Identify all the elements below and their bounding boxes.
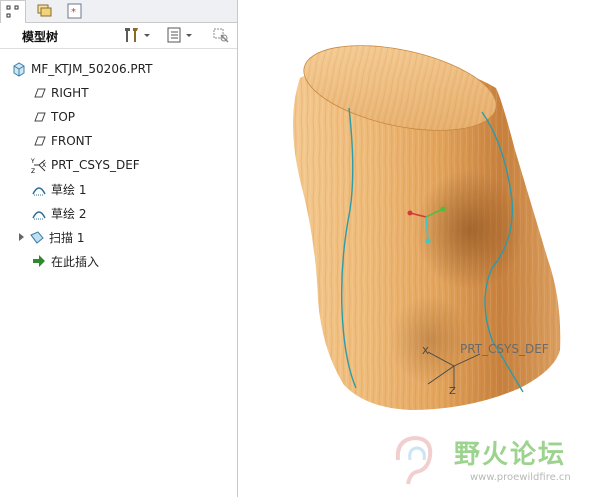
model-tree-tab[interactable] <box>0 0 26 23</box>
watermark-url: www.proewildfire.cn <box>470 472 571 483</box>
tree-item-label: 扫描 1 <box>49 230 85 245</box>
tree-item-right[interactable]: RIGHT <box>30 82 267 104</box>
layers-tab[interactable] <box>32 0 58 21</box>
datum-plane-icon <box>30 84 48 102</box>
watermark: 野火论坛 www.proewildfire.cn <box>388 432 598 492</box>
settings-tools-button[interactable] <box>122 26 152 44</box>
expand-arrow-icon[interactable] <box>14 228 28 246</box>
tree-item-insert-here[interactable]: 在此插入 <box>30 250 267 272</box>
filter-button[interactable] <box>212 26 230 44</box>
tree-item-front[interactable]: FRONT <box>30 130 267 152</box>
model-tree-toolbar: 模型树 <box>0 22 237 49</box>
model-view <box>293 45 561 410</box>
graphics-viewport[interactable]: PRT_CSYS_DEF X Z 野火论坛 www.proewildfire.c… <box>238 0 598 497</box>
datum-plane-icon <box>30 108 48 126</box>
csys-axis-x-label: X <box>422 346 429 357</box>
part-icon <box>10 60 28 78</box>
tree-item-label: PRT_CSYS_DEF <box>51 158 140 172</box>
datum-plane-icon <box>30 132 48 150</box>
tree-item-label: 在此插入 <box>51 254 100 269</box>
show-options-button[interactable] <box>166 26 194 44</box>
list-settings-icon <box>167 27 181 43</box>
model-tree-panel: * 模型树 MF_KTJM_50206.PRT RIGHT TOP FRONT … <box>0 0 237 497</box>
tree-item-sketch-2[interactable]: 草绘 2 <box>30 202 267 224</box>
tree-item-label: TOP <box>51 110 76 124</box>
favorites-icon: * <box>67 3 82 18</box>
watermark-brand: 野火论坛 <box>454 440 567 470</box>
tree-item-top[interactable]: TOP <box>30 106 267 128</box>
sweep-icon <box>28 228 46 246</box>
sketch-icon <box>30 204 48 222</box>
panel-title: 模型树 <box>22 30 59 44</box>
tree-item-csys[interactable]: YZ X PRT_CSYS_DEF <box>30 154 267 176</box>
tree-item-label: 草绘 1 <box>51 182 87 197</box>
sketch-icon <box>30 180 48 198</box>
tree-item-sketch-1[interactable]: 草绘 1 <box>30 178 267 200</box>
watermark-logo-icon <box>395 435 433 485</box>
tree-item-label: 草绘 2 <box>51 206 87 221</box>
svg-text:*: * <box>71 7 76 18</box>
tree-item-label: MF_KTJM_50206.PRT <box>31 62 153 76</box>
filter-icon <box>213 28 229 43</box>
tree-item-label: RIGHT <box>51 86 89 100</box>
tree-item-sweep-1[interactable]: 扫描 1 <box>14 226 251 248</box>
favorites-tab[interactable]: * <box>62 0 88 21</box>
tree-item-label: FRONT <box>51 134 92 148</box>
layers-icon <box>37 4 52 16</box>
insert-here-arrow-icon <box>30 252 48 270</box>
coordinate-system-icon: YZ X <box>30 156 48 174</box>
panel-tab-strip: * <box>0 0 237 23</box>
chevron-down-icon <box>186 34 192 37</box>
csys-label: PRT_CSYS_DEF <box>460 342 549 356</box>
chevron-down-icon <box>144 34 150 37</box>
svg-text:X: X <box>42 162 46 169</box>
svg-text:Y: Y <box>31 158 35 165</box>
svg-text:Z: Z <box>31 168 35 173</box>
model-tree-tab-icon <box>6 5 19 18</box>
tools-icon <box>125 28 138 42</box>
tree-item-part[interactable]: MF_KTJM_50206.PRT <box>10 58 247 80</box>
csys-axis-z-label: Z <box>449 386 456 397</box>
